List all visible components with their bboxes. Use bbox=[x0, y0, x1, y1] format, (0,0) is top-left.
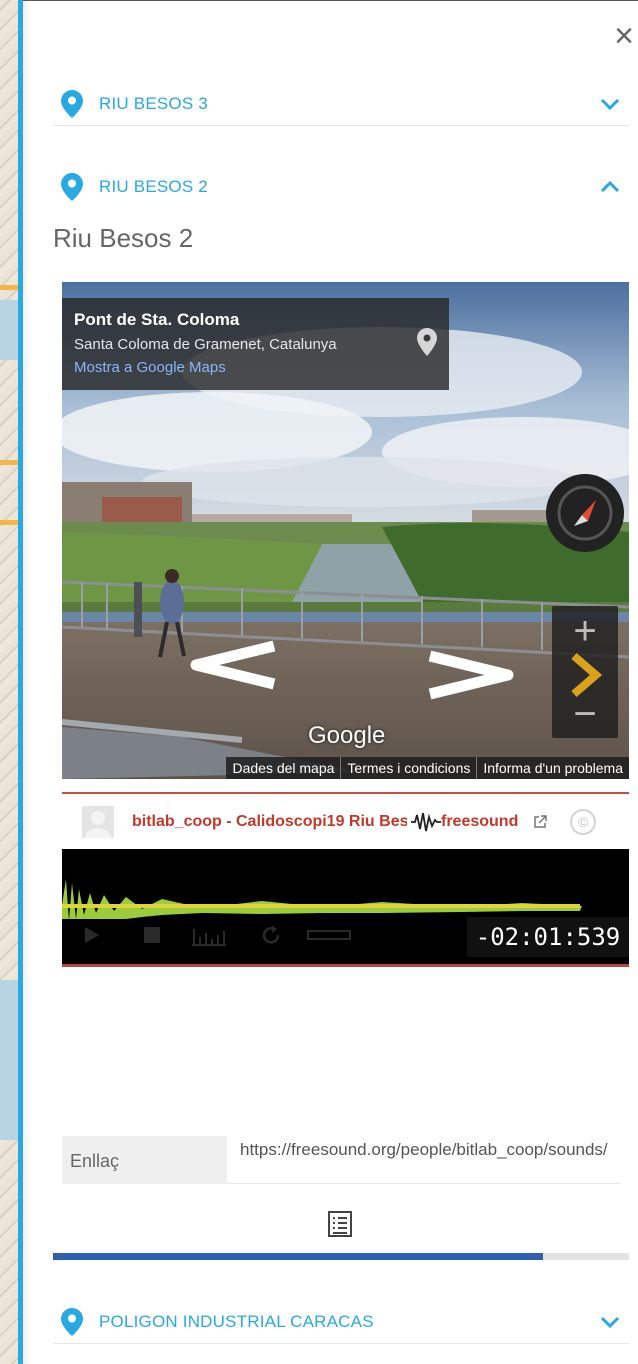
close-button[interactable]: × bbox=[606, 18, 638, 54]
place-title: Riu Besos 2 bbox=[53, 223, 194, 253]
player-top-border bbox=[62, 792, 629, 794]
section-title: RIU BESOS 2 bbox=[99, 177, 208, 196]
map-pin-icon bbox=[61, 173, 83, 201]
cc-icon: © bbox=[570, 809, 597, 835]
link-label: Enllaç bbox=[62, 1136, 227, 1184]
link-value[interactable]: https://freesound.org/people/bitlab_coop… bbox=[240, 1140, 620, 1160]
spectrogram-icon[interactable] bbox=[190, 925, 228, 947]
zoom-control: + − bbox=[552, 606, 618, 738]
link-row: Enllaç https://freesound.org/people/bitl… bbox=[62, 1136, 620, 1184]
freesound-header: bitlab_coop - Calidoscopi19 Riu Besos fr… bbox=[62, 796, 629, 848]
chevron-up-icon[interactable] bbox=[599, 176, 621, 198]
google-logo: Google bbox=[308, 722, 386, 749]
report-problem-link[interactable]: Informa d'un problema bbox=[476, 757, 629, 779]
location-pin-icon bbox=[417, 328, 437, 356]
freesound-brand: freesound bbox=[441, 813, 519, 830]
scroll-progress-fill bbox=[53, 1253, 543, 1260]
map-pin-icon bbox=[61, 1307, 83, 1336]
time-display: -02:01:539 bbox=[467, 917, 629, 957]
nav-arrow-right-icon[interactable] bbox=[422, 650, 518, 700]
panel-shadow bbox=[23, 0, 31, 1364]
loop-icon[interactable] bbox=[260, 925, 282, 947]
external-link-icon[interactable] bbox=[532, 814, 548, 830]
list-icon[interactable] bbox=[326, 1210, 354, 1238]
panel-top-border bbox=[23, 0, 638, 4]
chevron-down-icon[interactable] bbox=[599, 93, 621, 115]
location-subtitle: Santa Coloma de Gramenet, Catalunya bbox=[74, 336, 337, 353]
freesound-logo[interactable]: freesound bbox=[411, 811, 518, 833]
chevron-down-icon[interactable] bbox=[599, 1311, 621, 1333]
section-title: RIU BESOS 3 bbox=[99, 93, 208, 113]
nav-arrow-left-icon[interactable] bbox=[186, 640, 282, 690]
streetview-footer: Dades del mapa Termes i condicions Infor… bbox=[226, 757, 629, 779]
location-name: Pont de Sta. Coloma bbox=[74, 310, 240, 329]
google-maps-link[interactable]: Mostra a Google Maps bbox=[74, 359, 437, 376]
stop-icon[interactable] bbox=[142, 925, 162, 945]
section-header-poligon-industrial-caracas[interactable]: POLIGON INDUSTRIAL CARACAS bbox=[53, 1300, 629, 1344]
measure-icon[interactable] bbox=[306, 925, 352, 945]
player-bottom-border bbox=[62, 964, 629, 967]
section-header-riu-besos-2[interactable]: RIU BESOS 2 bbox=[53, 165, 629, 209]
play-icon[interactable] bbox=[82, 925, 102, 945]
waveform-logo-icon bbox=[411, 812, 441, 832]
map-data-link[interactable]: Dades del mapa bbox=[226, 757, 340, 779]
section-header-riu-besos-3[interactable]: RIU BESOS 3 bbox=[53, 82, 629, 126]
location-card: Pont de Sta. Coloma Santa Coloma de Gram… bbox=[62, 298, 449, 390]
map-background[interactable] bbox=[0, 0, 20, 1364]
terms-link[interactable]: Termes i condicions bbox=[340, 757, 476, 779]
zoom-in-button[interactable]: + bbox=[552, 606, 618, 656]
zoom-out-button[interactable]: − bbox=[552, 694, 618, 738]
scroll-progress-bar bbox=[53, 1253, 629, 1260]
audio-player[interactable]: -02:01:539 bbox=[62, 849, 629, 965]
map-pin-icon bbox=[61, 89, 83, 118]
waveform[interactable] bbox=[62, 849, 629, 919]
streetview-embed[interactable]: Pont de Sta. Coloma Santa Coloma de Gram… bbox=[62, 282, 629, 779]
section-title: POLIGON INDUSTRIAL CARACAS bbox=[99, 1311, 374, 1331]
compass-icon[interactable] bbox=[546, 474, 624, 552]
sound-title-link[interactable]: bitlab_coop - Calidoscopi19 Riu Besos bbox=[132, 813, 407, 831]
user-avatar[interactable] bbox=[82, 806, 114, 838]
